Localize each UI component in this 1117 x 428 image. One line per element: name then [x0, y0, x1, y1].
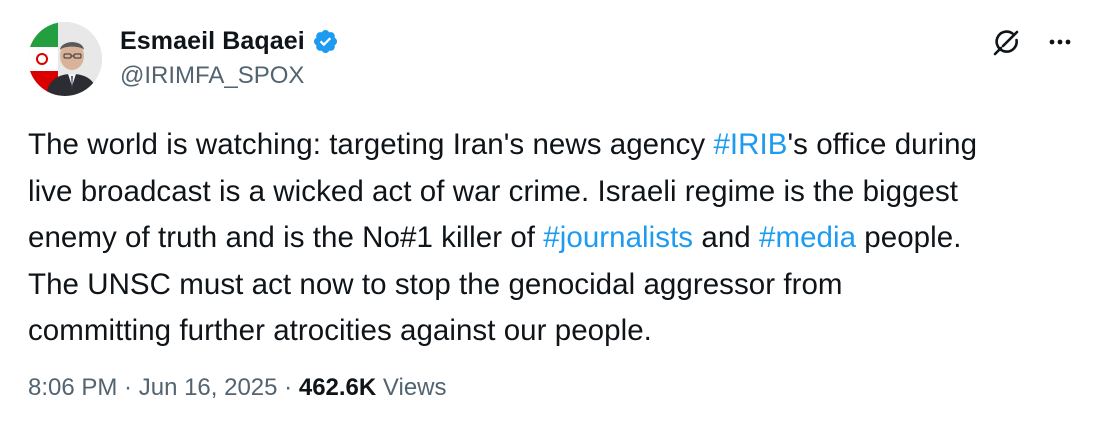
meta-separator: ·: [277, 374, 299, 401]
tweet-text-segment: enemy of truth and is the No#1 killer of: [28, 221, 544, 254]
tweet-date[interactable]: Jun 16, 2025: [139, 374, 278, 401]
tweet-top-actions: [989, 24, 1075, 60]
tweet-text-line: live broadcast is a wicked act of war cr…: [28, 169, 1088, 216]
tweet-text-segment: The world is watching: targeting Iran's …: [28, 128, 714, 161]
avatar[interactable]: [28, 22, 102, 96]
hashtag-link[interactable]: #journalists: [543, 221, 693, 254]
tweet-text-segment: live broadcast is a wicked act of war cr…: [28, 174, 959, 208]
tweet-text-line: enemy of truth and is the No#1 killer of…: [28, 215, 1088, 262]
grok-icon[interactable]: [989, 24, 1025, 60]
tweet-text-segment: people.: [856, 221, 962, 254]
tweet-text-segment: 's office during: [787, 128, 978, 161]
tweet-text-line: The world is watching: targeting Iran's …: [28, 122, 1088, 169]
avatar-photo: [28, 22, 102, 96]
more-icon[interactable]: [1045, 27, 1075, 57]
tweet-text-segment: and: [693, 221, 759, 254]
hashtag-link[interactable]: #IRIB: [713, 128, 787, 161]
tweet-text-segment: The UNSC must act now to stop the genoci…: [28, 267, 843, 301]
tweet-time[interactable]: 8:06 PM: [28, 374, 117, 401]
views-label: Views: [382, 374, 447, 401]
views-count: 462.6K: [298, 374, 377, 401]
tweet-meta: 8:06 PM · Jun 16, 2025 · 462.6K Views: [28, 374, 447, 402]
tweet-text-line: committing further atrocities against ou…: [28, 308, 1088, 355]
author-handle[interactable]: @IRIMFA_SPOX: [120, 62, 304, 90]
tweet-text-line: The UNSC must act now to stop the genoci…: [28, 262, 1088, 309]
tweet-text-segment: committing further atrocities against ou…: [28, 314, 652, 347]
author-name-row: Esmaeil Baqaei: [120, 24, 339, 58]
hashtag-link[interactable]: #media: [759, 221, 856, 254]
meta-separator: ·: [117, 374, 139, 401]
author-display-name[interactable]: Esmaeil Baqaei: [120, 27, 305, 56]
verified-badge-icon[interactable]: [312, 28, 339, 55]
tweet-card: Esmaeil Baqaei @IRIMFA_SPOX The world is: [0, 0, 1117, 428]
tweet-text: The world is watching: targeting Iran's …: [28, 122, 1088, 355]
